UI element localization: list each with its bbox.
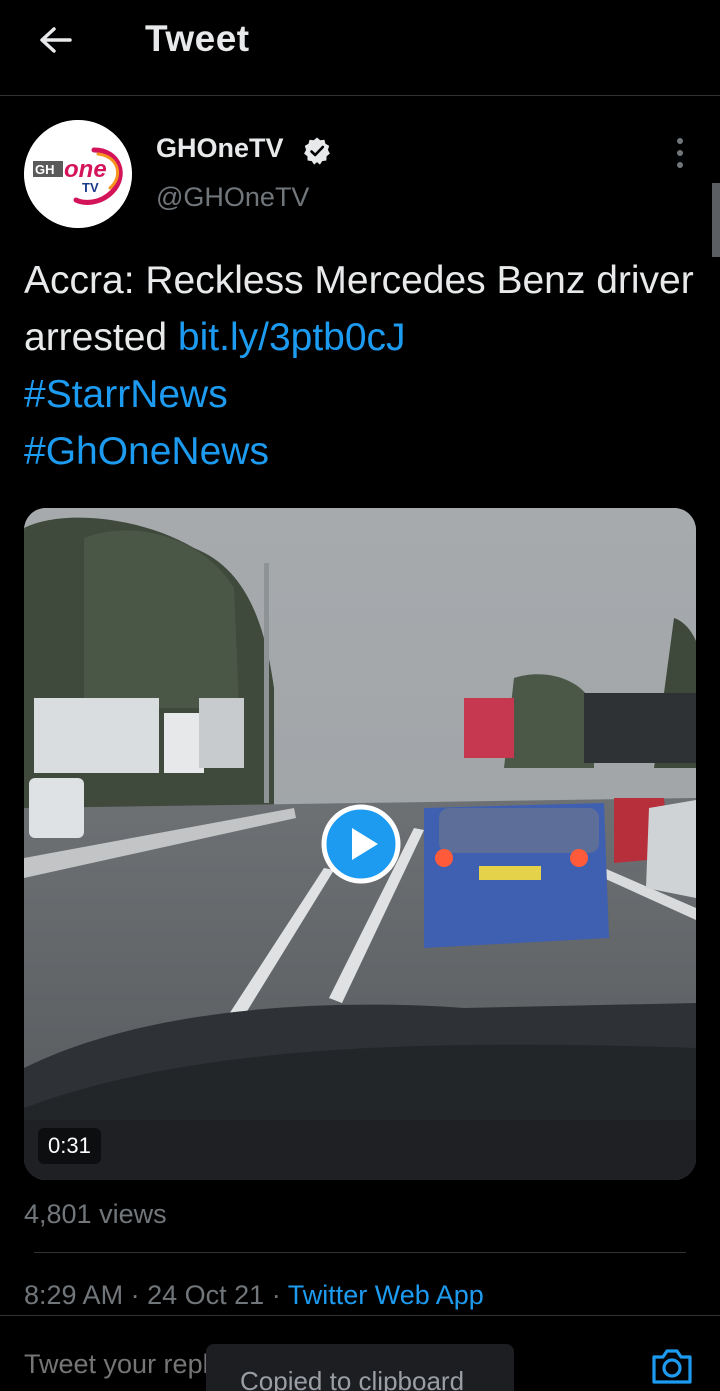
author-name[interactable]: GHOneTV [156, 133, 284, 164]
view-count[interactable]: 4,801 views [24, 1199, 167, 1230]
clipboard-toast: Copied to clipboard [206, 1344, 514, 1391]
ghonetv-logo: GH one TV [24, 120, 132, 228]
video-player[interactable]: 0:31 [24, 508, 696, 1180]
separator: · [271, 1280, 281, 1310]
svg-text:GH: GH [35, 162, 55, 177]
tweet-link[interactable]: bit.ly/3ptb0cJ [178, 316, 406, 359]
separator: · [130, 1280, 140, 1310]
divider [34, 1252, 686, 1253]
tweet-meta: 8:29 AM · 24 Oct 21 · Twitter Web App [24, 1280, 484, 1311]
more-options-icon[interactable] [668, 136, 692, 170]
divider [0, 1315, 720, 1316]
camera-icon[interactable] [650, 1346, 694, 1386]
arrow-left-icon[interactable] [36, 20, 76, 60]
tweet-time: 8:29 AM [24, 1280, 124, 1310]
tweet-text: Accra: Reckless Mercedes Benz driver arr… [24, 252, 696, 480]
video-duration: 0:31 [38, 1128, 101, 1164]
play-icon[interactable] [321, 804, 401, 884]
svg-text:TV: TV [82, 180, 99, 195]
toast-text: Copied to clipboard [240, 1366, 465, 1391]
hashtag-starrnews[interactable]: #StarrNews [24, 373, 228, 416]
svg-text:one: one [64, 156, 107, 183]
avatar[interactable]: GH one TV [24, 120, 132, 228]
author-handle[interactable]: @GHOneTV [156, 182, 309, 213]
verified-badge-icon [304, 137, 330, 165]
top-bar: Tweet [0, 0, 720, 96]
tweet-date: 24 Oct 21 [147, 1280, 265, 1310]
page-title: Tweet [145, 18, 250, 59]
tweet-source-link[interactable]: Twitter Web App [288, 1280, 484, 1310]
hashtag-ghonenews[interactable]: #GhOneNews [24, 430, 269, 473]
scrollbar[interactable] [712, 183, 720, 257]
